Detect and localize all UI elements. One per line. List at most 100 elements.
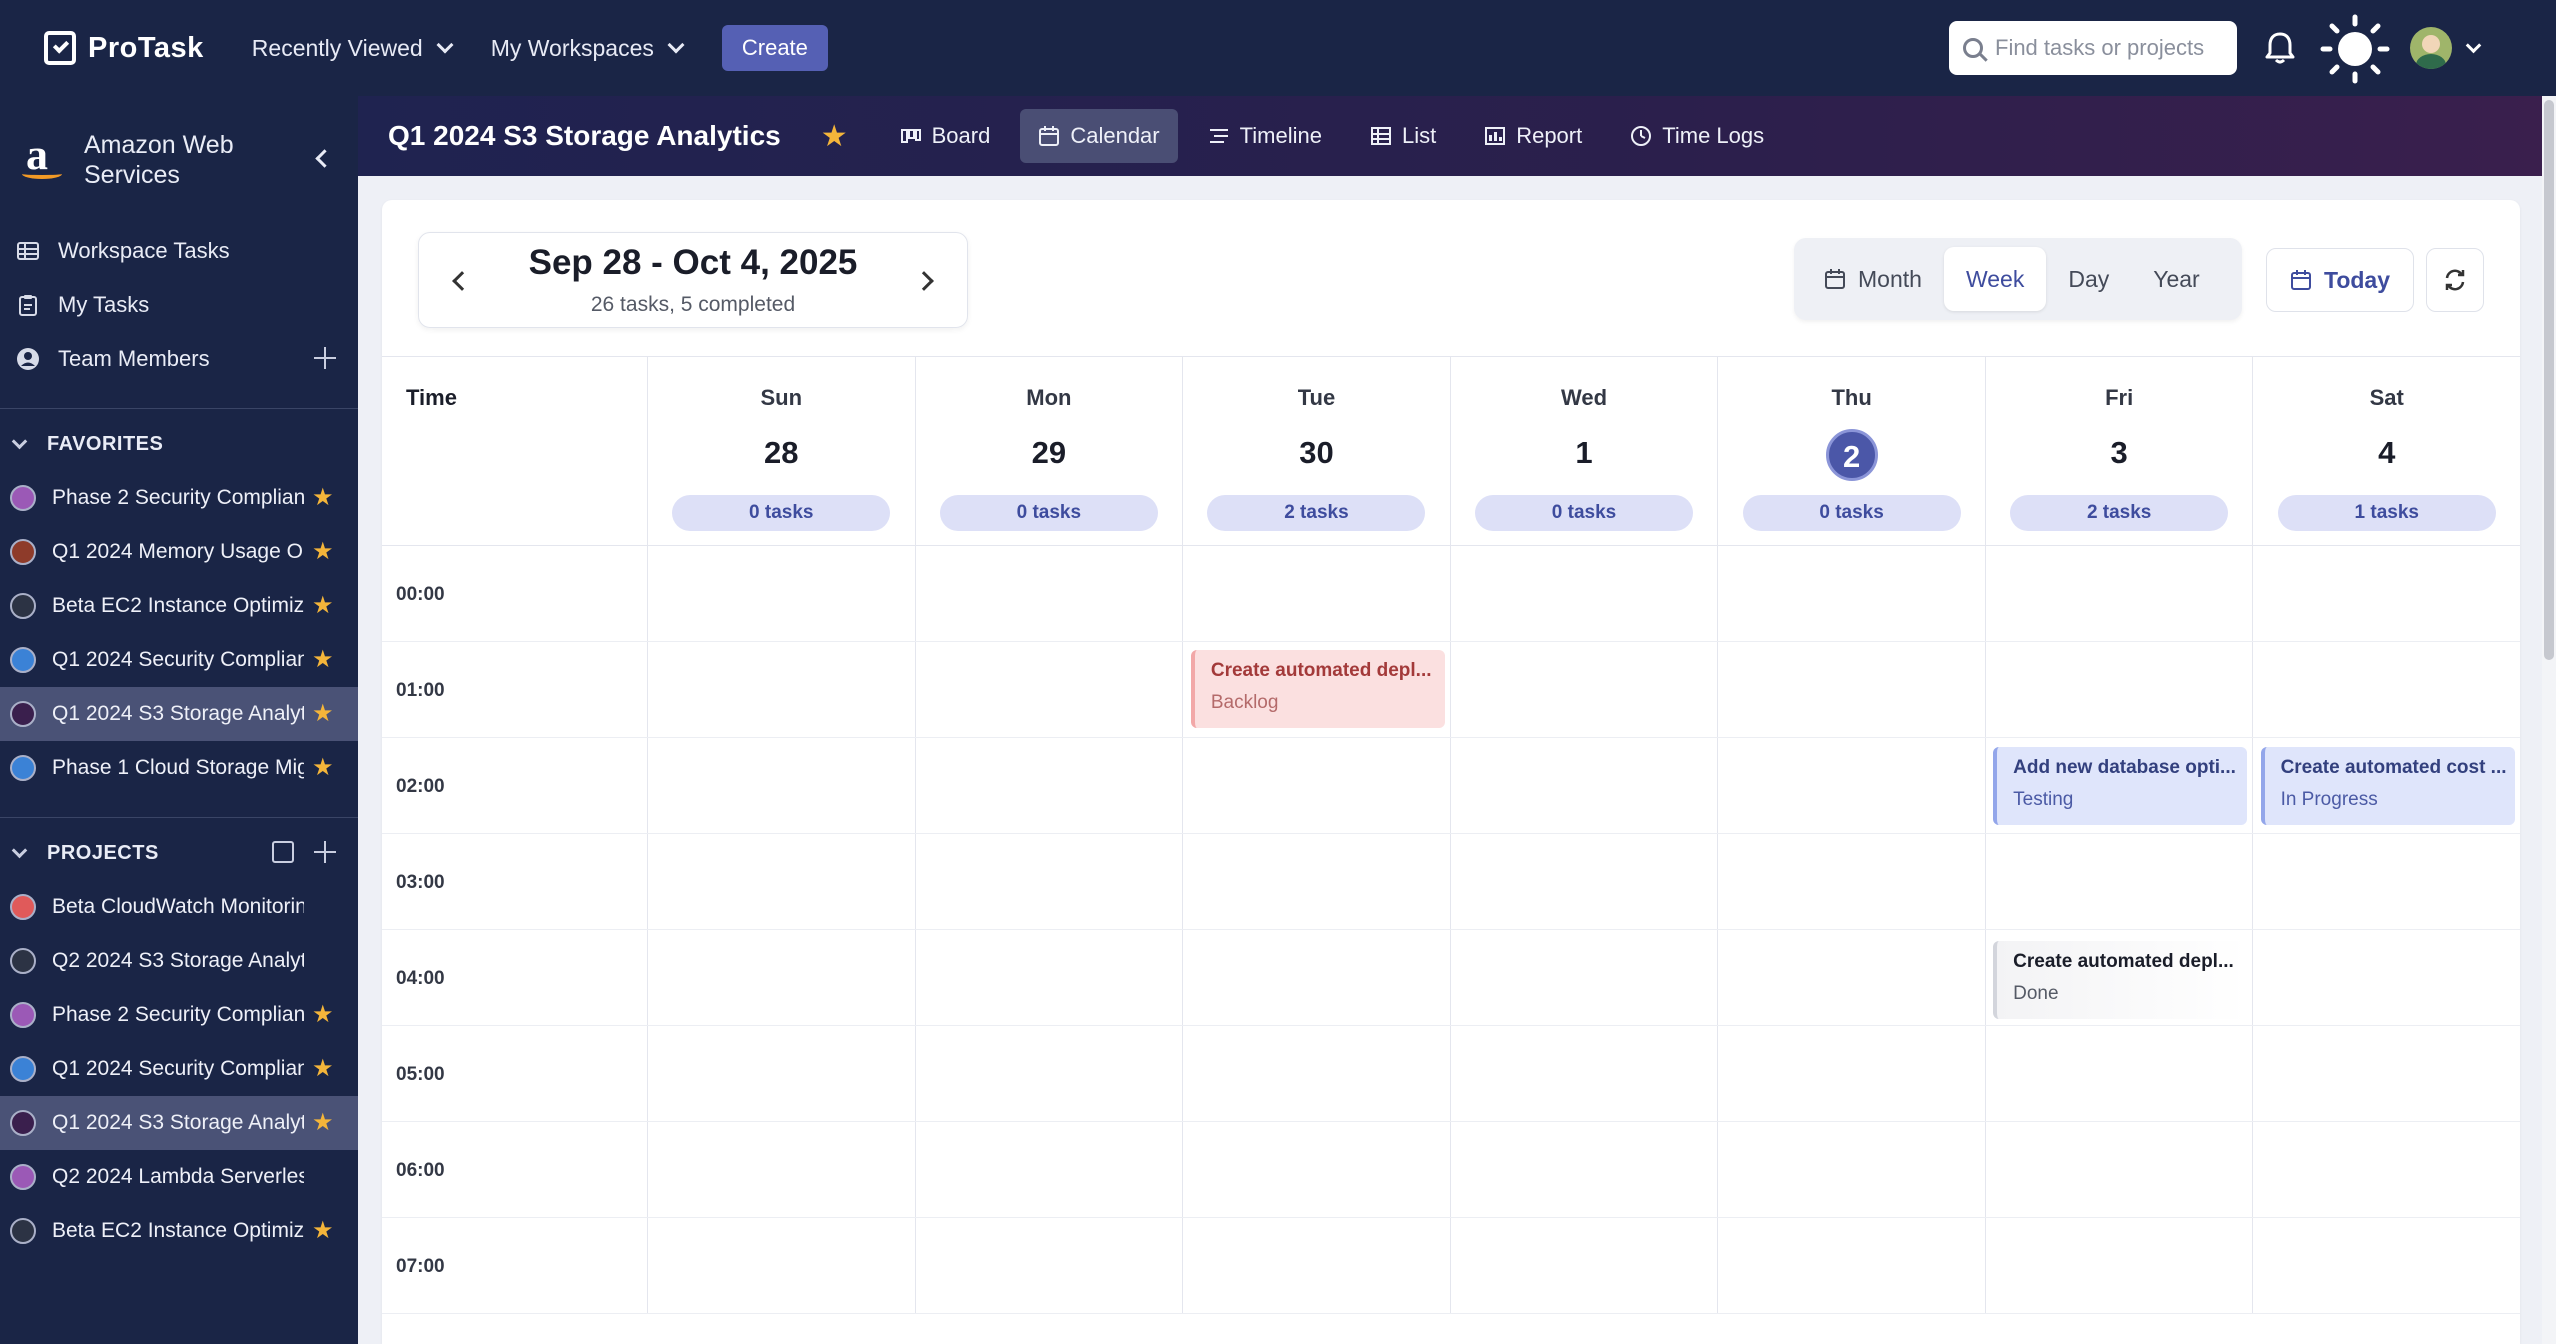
day-header-thu[interactable]: Thu 2 0 tasks <box>1718 357 1986 545</box>
view-week-button[interactable]: Week <box>1943 247 2047 311</box>
time-slot[interactable] <box>648 834 916 929</box>
search-box[interactable] <box>1949 21 2237 75</box>
refresh-button[interactable] <box>2426 248 2484 312</box>
time-slot[interactable] <box>1986 1026 2254 1121</box>
time-slot[interactable] <box>1986 1122 2254 1217</box>
star-icon[interactable]: ★ <box>312 756 334 780</box>
time-slot[interactable] <box>1183 834 1451 929</box>
tab-time-logs[interactable]: Time Logs <box>1612 109 1782 163</box>
time-slot[interactable] <box>648 930 916 1025</box>
day-task-count[interactable]: 1 tasks <box>2277 495 2496 531</box>
day-task-count[interactable]: 0 tasks <box>672 495 891 531</box>
add-member-plus-icon[interactable] <box>314 347 336 369</box>
tab-list[interactable]: List <box>1352 109 1454 163</box>
my-workspaces-menu[interactable]: My Workspaces <box>491 35 685 62</box>
view-year-button[interactable]: Year <box>2131 247 2221 311</box>
sidebar-item-team-members[interactable]: Team Members <box>0 332 358 386</box>
time-slot[interactable] <box>1718 1122 1986 1217</box>
sidebar-project-q1-2024-s3-storage-analytics[interactable]: Q1 2024 S3 Storage Analytics ★ <box>0 687 358 741</box>
time-slot[interactable] <box>916 546 1184 641</box>
time-slot[interactable] <box>1451 930 1719 1025</box>
time-slot[interactable] <box>2253 1026 2520 1121</box>
time-slot[interactable] <box>916 642 1184 737</box>
project-list-icon[interactable] <box>272 841 294 863</box>
sidebar-project-phase-1-cloud-storage-migration[interactable]: Phase 1 Cloud Storage Migration ★ <box>0 741 358 795</box>
tab-board[interactable]: Board <box>882 109 1009 163</box>
collapse-sidebar-chevron-icon[interactable] <box>315 149 334 168</box>
star-icon[interactable]: ★ <box>312 540 334 564</box>
time-slot[interactable] <box>1986 1218 2254 1313</box>
view-month-button[interactable]: Month <box>1802 247 1944 311</box>
calendar-event[interactable]: Add new database opti... Testing <box>1993 747 2248 825</box>
star-icon[interactable]: ★ <box>312 648 334 672</box>
time-slot[interactable] <box>916 930 1184 1025</box>
time-slot[interactable] <box>1183 1026 1451 1121</box>
time-slot[interactable] <box>1451 834 1719 929</box>
time-slot[interactable] <box>916 1026 1184 1121</box>
time-slot[interactable] <box>1183 1218 1451 1313</box>
day-task-count[interactable]: 0 tasks <box>1742 495 1961 531</box>
time-slot[interactable] <box>648 642 916 737</box>
day-header-sun[interactable]: Sun 28 0 tasks <box>648 357 916 545</box>
day-header-sat[interactable]: Sat 4 1 tasks <box>2253 357 2520 545</box>
create-button[interactable]: Create <box>721 25 828 71</box>
day-task-count[interactable]: 2 tasks <box>2010 495 2229 531</box>
tab-calendar[interactable]: Calendar <box>1020 109 1178 163</box>
time-slot[interactable] <box>1718 738 1986 833</box>
time-slot[interactable] <box>1451 738 1719 833</box>
time-slot[interactable] <box>648 1026 916 1121</box>
time-slot[interactable] <box>1986 834 2254 929</box>
time-slot[interactable] <box>1451 1122 1719 1217</box>
time-slot[interactable] <box>1451 546 1719 641</box>
workspace-header[interactable]: a Amazon Web Services <box>0 96 358 224</box>
time-slot[interactable] <box>1986 642 2254 737</box>
sidebar-item-my-tasks[interactable]: My Tasks <box>0 278 358 332</box>
time-slot[interactable] <box>1451 642 1719 737</box>
time-slot[interactable] <box>1183 738 1451 833</box>
time-slot[interactable] <box>2253 1218 2520 1313</box>
sidebar-project-beta-ec2-instance-optimization[interactable]: Beta EC2 Instance Optimization ★ <box>0 1204 358 1258</box>
time-slot[interactable] <box>1718 834 1986 929</box>
time-slot[interactable] <box>916 1122 1184 1217</box>
time-slot[interactable] <box>1718 930 1986 1025</box>
time-slot[interactable] <box>648 1122 916 1217</box>
time-slot[interactable] <box>2253 546 2520 641</box>
time-slot[interactable] <box>1183 546 1451 641</box>
time-slot[interactable] <box>2253 642 2520 737</box>
time-slot[interactable] <box>1183 930 1451 1025</box>
star-icon[interactable]: ★ <box>312 486 334 510</box>
star-icon[interactable]: ★ <box>312 1003 334 1027</box>
time-slot[interactable] <box>1451 1218 1719 1313</box>
sidebar-project-q2-2024-s3-storage-analytics[interactable]: Q2 2024 S3 Storage Analytics <box>0 934 358 988</box>
time-slot[interactable] <box>1451 1026 1719 1121</box>
time-slot[interactable] <box>2253 930 2520 1025</box>
star-icon[interactable]: ★ <box>312 1057 334 1081</box>
sidebar-item-workspace-tasks[interactable]: Workspace Tasks <box>0 224 358 278</box>
day-header-fri[interactable]: Fri 3 2 tasks <box>1986 357 2254 545</box>
sidebar-project-phase-2-security-compliance[interactable]: Phase 2 Security Compliance ★ <box>0 471 358 525</box>
time-slot[interactable] <box>1718 1218 1986 1313</box>
recently-viewed-menu[interactable]: Recently Viewed <box>252 35 454 62</box>
sidebar-project-q1-2024-memory-usage-optimization[interactable]: Q1 2024 Memory Usage Optimization ★ <box>0 525 358 579</box>
calendar-event[interactable]: Create automated cost ... In Progress <box>2260 747 2515 825</box>
sidebar-project-beta-cloudwatch-monitoring[interactable]: Beta CloudWatch Monitoring <box>0 880 358 934</box>
calendar-event[interactable]: Create automated depl... Done <box>1993 941 2248 1019</box>
tab-timeline[interactable]: Timeline <box>1190 109 1340 163</box>
time-slot[interactable] <box>916 1218 1184 1313</box>
view-day-button[interactable]: Day <box>2046 247 2131 311</box>
time-slot[interactable] <box>2253 1122 2520 1217</box>
sidebar-project-beta-ec2-instance-optimization[interactable]: Beta EC2 Instance Optimization ★ <box>0 579 358 633</box>
star-icon[interactable]: ★ <box>312 1111 334 1135</box>
sidebar-project-q2-2024-lambda-serverless[interactable]: Q2 2024 Lambda Serverless <box>0 1150 358 1204</box>
time-slot[interactable] <box>1718 546 1986 641</box>
day-header-wed[interactable]: Wed 1 0 tasks <box>1451 357 1719 545</box>
scrollbar-thumb[interactable] <box>2544 100 2554 660</box>
day-header-tue[interactable]: Tue 30 2 tasks <box>1183 357 1451 545</box>
bell-icon[interactable] <box>2262 30 2298 66</box>
sidebar-project-phase-2-security-compliance[interactable]: Phase 2 Security Compliance ★ <box>0 988 358 1042</box>
day-task-count[interactable]: 0 tasks <box>939 495 1158 531</box>
calendar-event[interactable]: Create automated depl... Backlog <box>1190 650 1445 728</box>
day-task-count[interactable]: 0 tasks <box>1475 495 1694 531</box>
day-task-count[interactable]: 2 tasks <box>1207 495 1426 531</box>
time-slot[interactable] <box>916 738 1184 833</box>
